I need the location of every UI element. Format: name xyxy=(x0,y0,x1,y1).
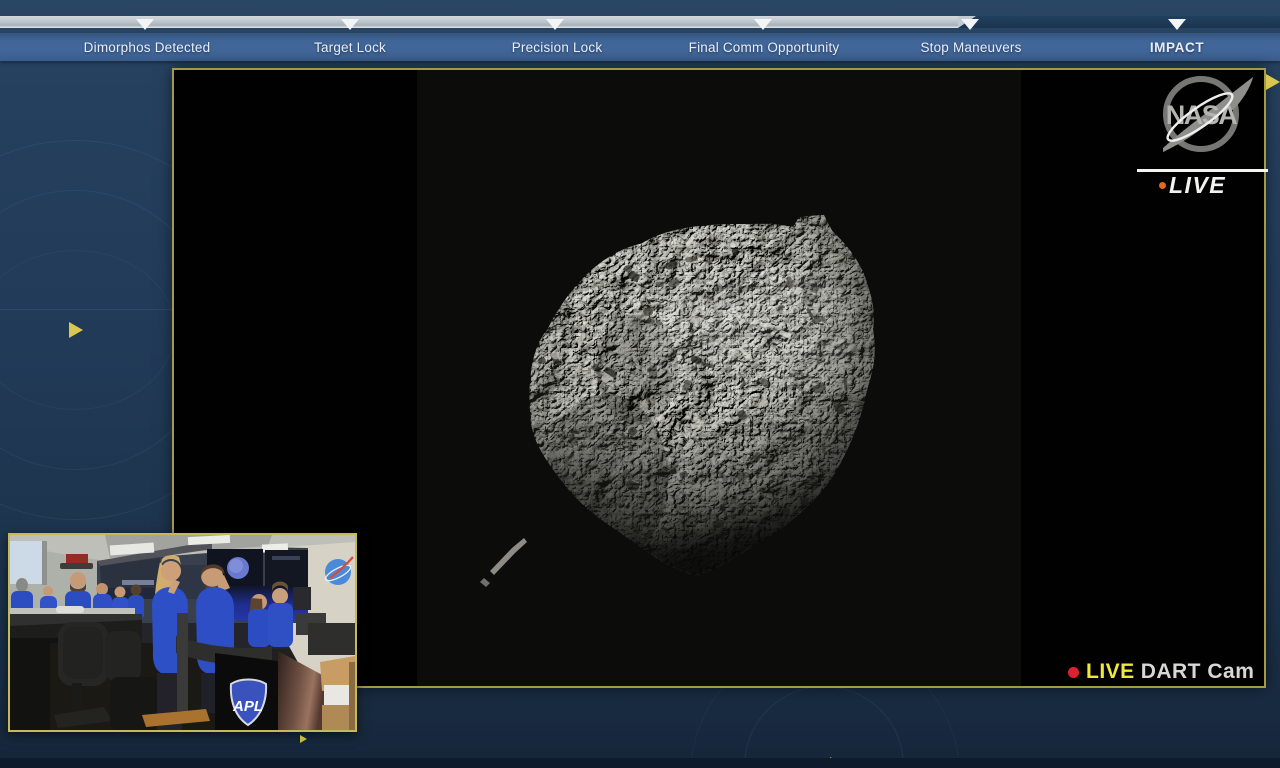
svg-text:APL: APL xyxy=(232,698,263,715)
